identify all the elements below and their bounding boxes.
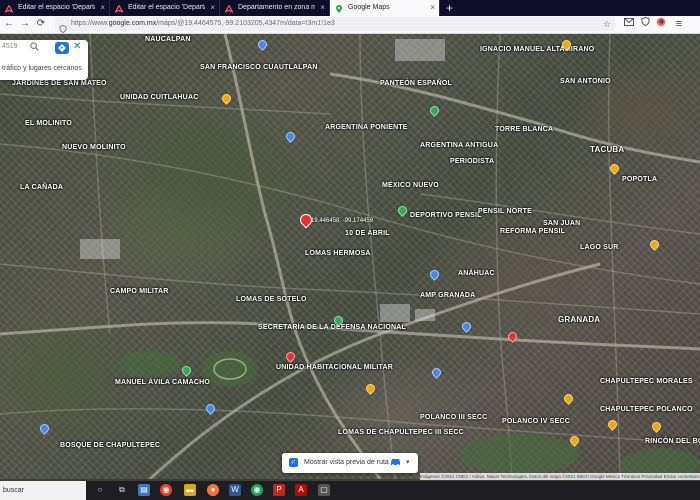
airbnb-icon <box>224 4 234 14</box>
forward-icon[interactable]: → <box>18 17 32 31</box>
area-label: REFORMA PENSIL <box>500 228 566 235</box>
firefox-icon[interactable]: ● <box>207 484 219 496</box>
shield-icon[interactable] <box>638 16 652 31</box>
area-label: AMP GRANADA <box>420 292 476 299</box>
office-icon[interactable]: ◉ <box>160 484 172 496</box>
area-label: MANUEL ÁVILA CAMACHO <box>115 379 210 386</box>
tab-label: Editar el espacio 'Departamento <box>18 4 95 11</box>
tab-airbnb-3[interactable]: Departamento en zona muy se × <box>220 0 330 16</box>
area-label: LOMAS HERMOSA <box>305 250 371 257</box>
area-label: 10 DE ABRIL <box>345 230 390 237</box>
area-label: CHAPULTEPEC MORALES <box>600 378 693 385</box>
maps-pin-icon <box>335 4 343 13</box>
satellite-map[interactable]: NAUCALPAN SAN FRANCISCO CUAUTLALPAN JARD… <box>0 34 700 479</box>
route-preview-label: Mostrar vista previa de ruta <box>304 459 389 466</box>
area-label: ANÁHUAC <box>458 270 495 277</box>
area-label: GRANADA <box>558 315 601 324</box>
folder-icon[interactable]: ▬ <box>184 484 196 496</box>
area-label: UNIDAD HABITACIONAL MILITAR <box>276 364 394 371</box>
chevron-down-icon[interactable]: ▾ <box>406 458 410 466</box>
airbnb-icon <box>114 4 124 14</box>
area-label: SAN JUAN <box>543 220 581 227</box>
area-label: JARDINES DE SAN MATEO <box>12 80 107 87</box>
area-label: PENSIL NORTE <box>478 208 533 215</box>
task-view-icon[interactable]: ⧉ <box>116 484 128 496</box>
area-label: MÉXICO NUEVO <box>382 182 439 189</box>
area-label: LAGO SUR <box>580 244 619 251</box>
area-label: CHAPULTEPEC POLANCO <box>600 406 693 413</box>
selected-coordinates: 19.446458, -99.174459 <box>311 218 374 224</box>
search-input[interactable]: 4519 <box>2 43 18 50</box>
mail-icon[interactable] <box>622 17 636 31</box>
tab-bar: Editar el espacio 'Departamento × Editar… <box>0 0 700 16</box>
chrome-icon[interactable]: ◉ <box>251 484 263 496</box>
close-icon[interactable]: × <box>430 0 435 16</box>
app-icon[interactable]: ▢ <box>318 484 330 496</box>
area-label: SECRETARÍA DE LA DEFENSA NACIONAL <box>258 324 407 331</box>
close-icon[interactable]: ✕ <box>73 41 81 52</box>
reload-icon[interactable]: ⟳ <box>34 17 48 31</box>
tab-label: Google Maps <box>348 4 390 11</box>
search-hint: tráfico y lugares cercanos <box>2 65 82 72</box>
area-label: EL MOLINITO <box>25 120 73 127</box>
car-icon <box>390 457 401 468</box>
area-label: POPOTLA <box>622 176 658 183</box>
search-icon[interactable] <box>30 42 39 53</box>
tab-label: Departamento en zona muy se <box>238 4 315 11</box>
close-icon[interactable]: × <box>320 0 325 16</box>
map-attribution: Imágenes ©2021 CNES / Airbus, Maxar Tech… <box>420 473 700 480</box>
taskbar: buscar ○ ⧉ ▤ ◉ ▬ ● W ◉ P A ▢ <box>0 481 700 500</box>
back-icon[interactable]: ← <box>2 17 16 31</box>
start-circle-icon[interactable]: ○ <box>94 484 106 496</box>
tab-google-maps[interactable]: Google Maps × <box>330 0 440 16</box>
area-label: LOMAS DE CHAPULTEPEC III SECC <box>338 429 464 436</box>
tab-label: Editar el espacio 'Departamento <box>128 4 205 11</box>
area-label: NAUCALPAN <box>145 36 191 43</box>
area-label: PANTEÓN ESPAÑOL <box>380 80 452 87</box>
area-label: IGNACIO MANUEL ALTAMIRANO <box>480 46 595 53</box>
area-label: POLANCO IV SECC <box>502 418 570 425</box>
acrobat-icon[interactable]: A <box>295 484 307 496</box>
taskbar-search[interactable]: buscar <box>0 481 86 500</box>
directions-button[interactable] <box>55 42 69 54</box>
area-label: TORRE BLANCA <box>495 126 554 133</box>
area-label: UNIDAD CUITLAHUAC <box>120 94 199 101</box>
airbnb-icon <box>4 4 14 14</box>
close-icon[interactable]: × <box>100 0 105 16</box>
area-label: POLANCO III SECC <box>420 414 488 421</box>
menu-icon[interactable]: ≡ <box>672 17 686 31</box>
new-tab-button[interactable]: + <box>440 0 459 16</box>
tab-airbnb-1[interactable]: Editar el espacio 'Departamento × <box>0 0 110 16</box>
area-label: DEPORTIVO PENSIL <box>410 212 482 219</box>
area-label: SAN ANTONIO <box>560 78 611 85</box>
route-preview-toggle[interactable]: ✓ Mostrar vista previa de ruta ▾ <box>282 453 418 473</box>
close-icon[interactable]: × <box>210 0 215 16</box>
area-label: LA CAÑADA <box>20 184 64 191</box>
url-bar[interactable]: https://www.google.com.mx/maps/@19.44645… <box>55 17 615 33</box>
store-icon[interactable]: ▤ <box>138 484 150 496</box>
area-label: NUEVO MOLINITO <box>62 144 126 151</box>
search-panel: 4519 ✕ tráfico y lugares cercanos <box>0 40 88 80</box>
area-label: LOMAS DE SOTELO <box>236 296 307 303</box>
area-label: BOSQUE DE CHAPULTEPEC <box>60 442 161 449</box>
url-text: https://www.google.com.mx/maps/@19.44645… <box>71 20 335 27</box>
star-icon[interactable]: ☆ <box>603 17 611 31</box>
nav-bar: ← → ⟳ https://www.google.com.mx/maps/@19… <box>0 16 700 34</box>
area-label: RINCÓN DEL BOSQUE <box>645 438 700 445</box>
powerpoint-icon[interactable]: P <box>273 484 285 496</box>
tab-airbnb-2[interactable]: Editar el espacio 'Departamento × <box>110 0 220 16</box>
area-label: CAMPO MILITAR <box>110 288 169 295</box>
area-label: TACUBA <box>590 145 625 154</box>
area-label: ARGENTINA ANTIGUA <box>420 142 499 149</box>
area-label: ARGENTINA PONIENTE <box>325 124 408 131</box>
area-label: SAN FRANCISCO CUAUTLALPAN <box>200 64 318 71</box>
area-label: PERIODISTA <box>450 158 495 165</box>
word-icon[interactable]: W <box>229 484 241 496</box>
firefox-icon[interactable] <box>654 17 668 31</box>
checkbox-icon[interactable]: ✓ <box>289 458 298 467</box>
